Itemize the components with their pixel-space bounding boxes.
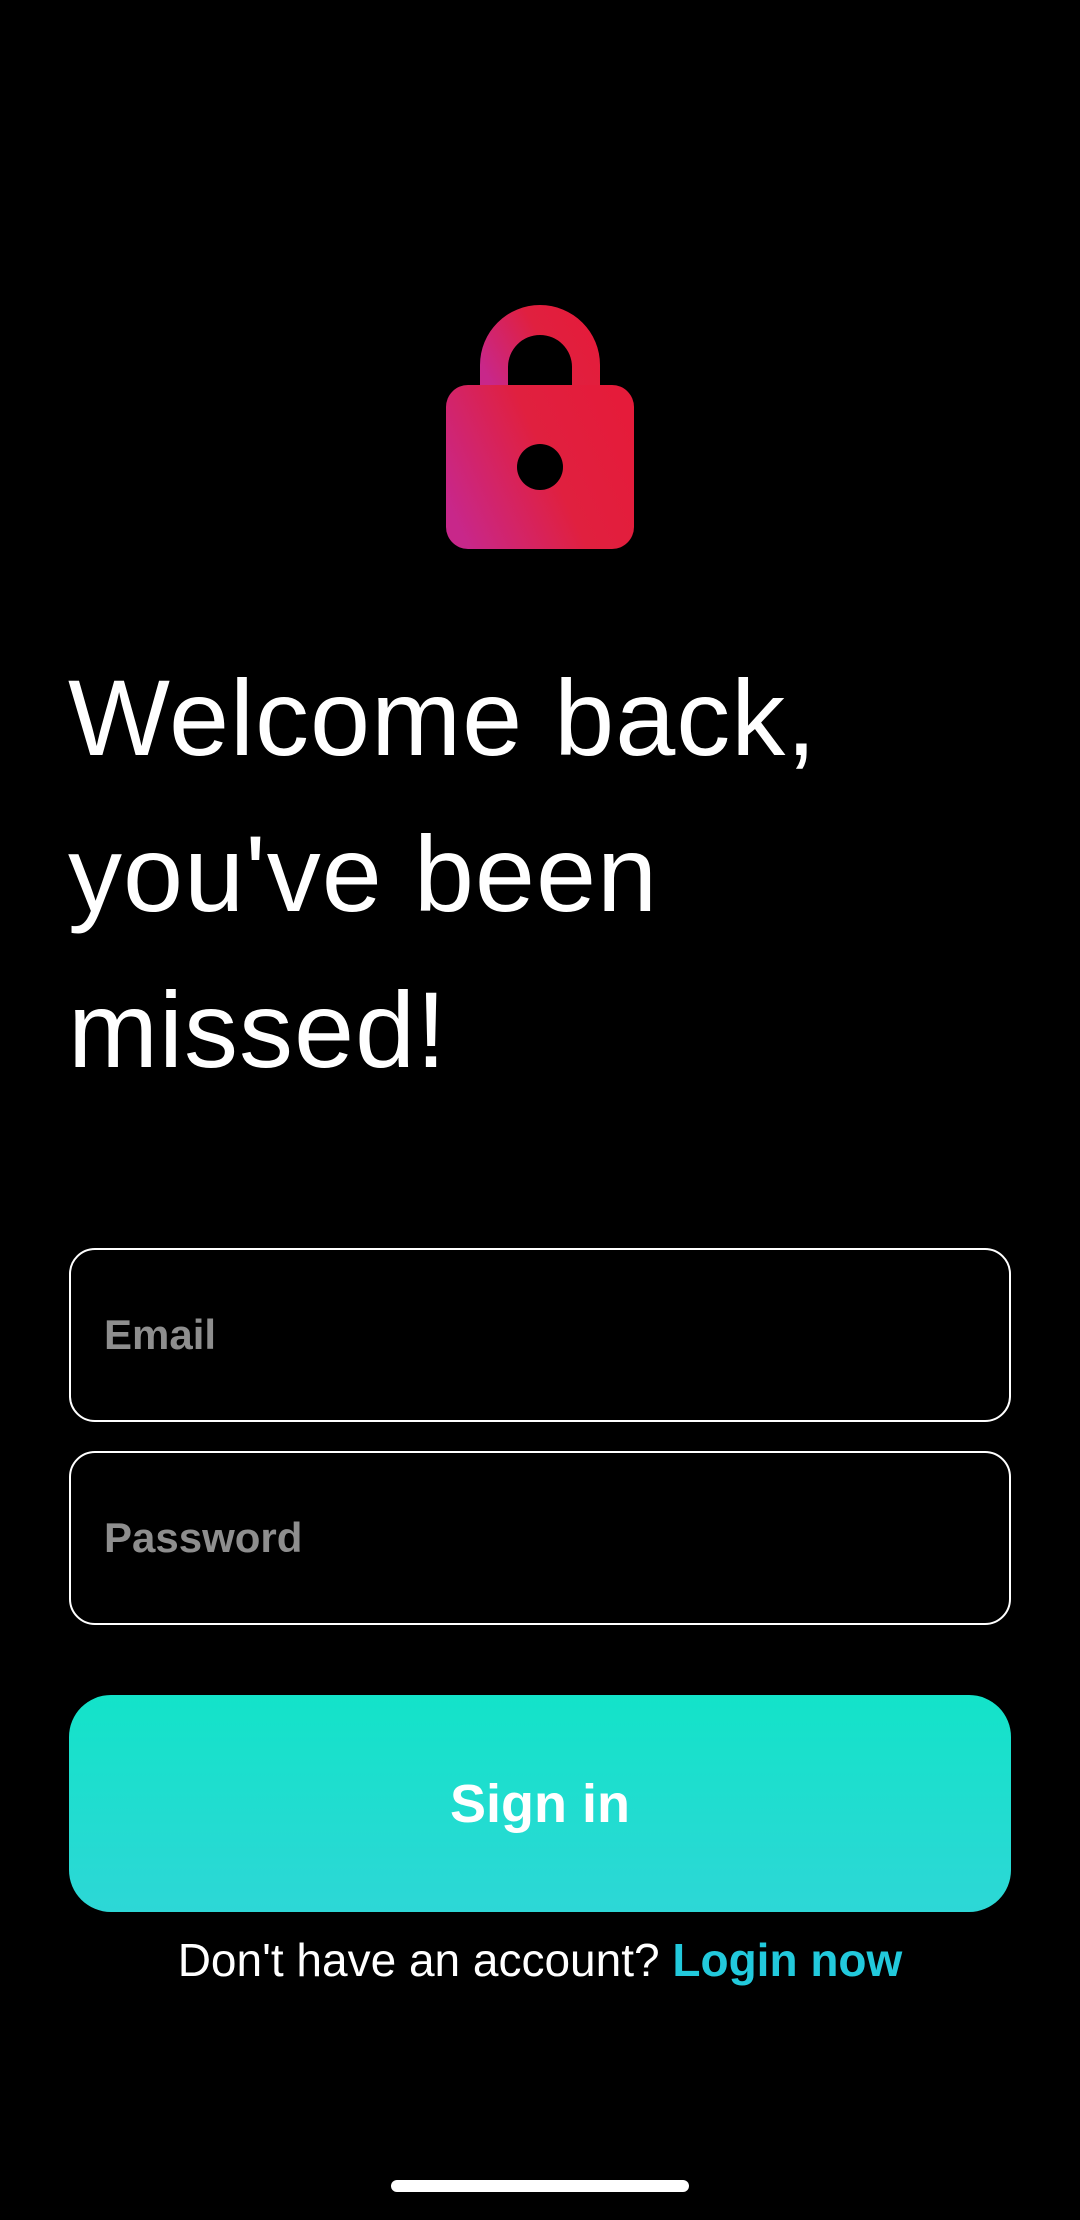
lock-icon bbox=[446, 305, 634, 549]
sign-in-button-label: Sign in bbox=[450, 1773, 630, 1834]
password-field[interactable] bbox=[71, 1453, 1009, 1623]
welcome-heading-line-1: Welcome back, bbox=[68, 657, 818, 778]
register-prompt-text: Don't have an account? bbox=[177, 1934, 673, 1986]
register-prompt-row: Don't have an account? Login now bbox=[0, 1930, 1080, 1990]
welcome-heading: Welcome back, you've been missed! bbox=[68, 640, 968, 1108]
password-field-box[interactable] bbox=[69, 1451, 1011, 1625]
home-indicator-bar[interactable] bbox=[391, 2180, 689, 2192]
email-field-box[interactable] bbox=[69, 1248, 1011, 1422]
login-now-link[interactable]: Login now bbox=[672, 1934, 902, 1986]
welcome-heading-line-2: you've been bbox=[68, 813, 659, 934]
welcome-heading-line-3: missed! bbox=[68, 969, 448, 1090]
email-field[interactable] bbox=[71, 1250, 1009, 1420]
sign-in-button[interactable]: Sign in bbox=[69, 1695, 1011, 1912]
